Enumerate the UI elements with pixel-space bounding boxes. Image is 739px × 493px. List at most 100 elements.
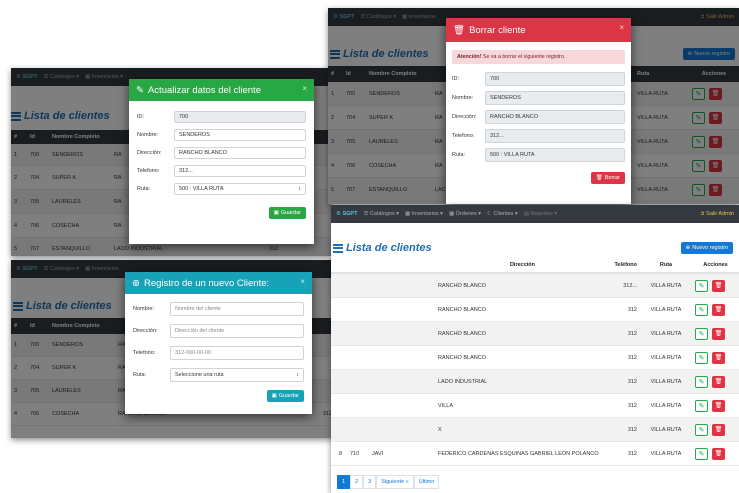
page-title: Lista de clientes (333, 242, 432, 254)
id-label: ID: (137, 114, 145, 120)
nombre-input[interactable]: SENDEROS (174, 129, 306, 141)
nav-ordenes[interactable]: ▦ Órdenes ▾ (449, 211, 481, 217)
telefono-label: Telefono: (452, 133, 475, 139)
edit-button[interactable]: ✎ (695, 279, 708, 292)
pagination: 1 2 3 Siguiente » Último (337, 475, 739, 489)
ruta-label: Ruta: (137, 186, 151, 192)
direccion-label: Dirección: (452, 114, 477, 120)
brand[interactable]: ⚙ SGPT (16, 74, 37, 80)
delete-button[interactable]: 🗑 (712, 327, 725, 340)
table-row: RANCHO BLANCO 312 VILLA RUTA ✎ 🗑 (331, 346, 739, 370)
delete-button[interactable]: 🗑 (709, 159, 722, 172)
nav-catalogos[interactable]: ☰ Catálogos ▾ (360, 14, 396, 20)
modal-title: Actualizar datos del cliente (147, 84, 261, 96)
edit-button[interactable]: ✎ (692, 159, 705, 172)
close-icon[interactable]: × (302, 84, 307, 93)
edit-button[interactable]: ✎ (695, 399, 708, 412)
delete-button[interactable]: 🗑 (712, 423, 725, 436)
logout-link[interactable]: ➲ Salir Admin (700, 14, 734, 20)
nav-inventarios[interactable]: ▦ Inventarios (85, 266, 119, 272)
table-row: RANCHO BLANCO 312... VILLA RUTA ✎ 🗑 (331, 274, 739, 298)
trash-icon: 🗑 (595, 175, 603, 181)
logout-link[interactable]: ➲ Salir Admin (700, 211, 734, 217)
nombre-label: Nombre: (137, 132, 159, 138)
add-client-button[interactable]: ⊕Nuevo registro (682, 48, 735, 60)
list-icon (333, 243, 343, 253)
edit-button[interactable]: ✎ (695, 423, 708, 436)
nav-clientes[interactable]: ☾ Clientes ▾ (487, 211, 518, 217)
brand[interactable]: ⚙ SGPT (333, 14, 354, 20)
last-page[interactable]: Último (413, 475, 440, 489)
delete-button[interactable]: 🗑 (709, 183, 722, 196)
nav-reportes[interactable]: ▤ Reportes ▾ (524, 211, 557, 217)
edit-button[interactable]: ✎ (695, 327, 708, 340)
nombre-input[interactable]: Nombre del cliente (170, 302, 304, 316)
update-client-modal: ✎ Actualizar datos del cliente × ID: 700 … (129, 79, 314, 244)
warning-alert: Atención! Se va a borrar el siguiente re… (452, 50, 625, 64)
delete-confirm-button[interactable]: 🗑 Borrar (590, 172, 625, 184)
brand[interactable]: ⚙ SGPT (336, 211, 357, 217)
nav-catalogos[interactable]: ☰ Catálogos ▾ (43, 266, 79, 272)
telefono-label: Telefono: (137, 168, 160, 174)
nav-catalogos[interactable]: ☰ Catálogos ▾ (43, 74, 79, 80)
close-icon[interactable]: × (300, 277, 305, 286)
table-row: 8 710 JAVI FEDERICO CÁRDENAS ESQUINAS GABRI… (331, 442, 739, 466)
next-page[interactable]: Siguiente » (376, 475, 414, 489)
table-header: Dirección Teléfono Ruta Acciones (331, 258, 739, 274)
telefono-input[interactable]: 312... (174, 165, 306, 177)
delete-button[interactable]: 🗑 (709, 135, 722, 148)
delete-button[interactable]: 🗑 (712, 447, 725, 460)
save-icon: ▣ (273, 210, 279, 216)
telefono-input[interactable]: 312-000-00-00 (170, 346, 304, 360)
screenshot-list: ⚙ SGPT ☰ Catálogos ▾ ▦ Inventarios ▾ ▦ Ó… (331, 205, 739, 493)
telefono-field: 312... (485, 129, 625, 143)
new-client-modal: ⊕ Registro de un nuevo Cliente: × Nombre… (125, 272, 312, 414)
ruta-select[interactable]: 500 : VILLA RUTA ↕ (174, 183, 306, 195)
navbar: ⚙ SGPT ☰ Catálogos ▾ ▦ Inventarios ▾ ▦ Ó… (331, 205, 739, 223)
table-row: RANCHO BLANCO 312 VILLA RUTA ✎ 🗑 (331, 298, 739, 322)
add-client-button[interactable]: ⊕Nuevo registro (680, 242, 733, 254)
nav-inventarios[interactable]: ▦ Inventarios (402, 14, 436, 20)
save-button[interactable]: ▣ Guardar (266, 390, 304, 402)
ruta-field: 500 : VILLA RUTA (485, 148, 625, 162)
edit-button[interactable]: ✎ (692, 183, 705, 196)
nav-inventarios[interactable]: ▦ Inventarios ▾ (405, 211, 443, 217)
list-icon (330, 49, 340, 59)
delete-client-modal: 🗑 Borrar cliente × Atención! Se va a bor… (446, 18, 631, 204)
delete-button[interactable]: 🗑 (712, 279, 725, 292)
brand[interactable]: ⚙ SGPT (16, 266, 37, 272)
updown-icon: ↕ (296, 372, 299, 378)
ruta-label: Ruta: (133, 372, 147, 378)
page-2[interactable]: 2 (350, 475, 364, 489)
id-field[interactable]: 700 (174, 111, 306, 123)
page-1[interactable]: 1 (337, 475, 351, 489)
edit-button[interactable]: ✎ (695, 375, 708, 388)
delete-button[interactable]: 🗑 (712, 303, 725, 316)
nav-catalogos[interactable]: ☰ Catálogos ▾ (363, 211, 399, 217)
direccion-input[interactable]: RANCHO BLANCO (174, 147, 306, 159)
modal-header: 🗑 Borrar cliente × (446, 18, 631, 42)
plus-icon: ⊕ (687, 51, 693, 57)
page-title: Lista de clientes (13, 300, 112, 312)
delete-button[interactable]: 🗑 (709, 111, 722, 124)
edit-button[interactable]: ✎ (695, 303, 708, 316)
telefono-label: Telefono: (133, 350, 156, 356)
nav-inventarios[interactable]: ▦ Inventarios ▾ (85, 74, 123, 80)
updown-icon: ↕ (298, 186, 301, 192)
delete-button[interactable]: 🗑 (712, 375, 725, 388)
edit-button[interactable]: ✎ (692, 135, 705, 148)
close-icon[interactable]: × (619, 23, 624, 32)
delete-button[interactable]: 🗑 (712, 351, 725, 364)
ruta-select[interactable]: Seleccione una ruta ↕ (170, 368, 304, 382)
plus-icon: ⊕ (685, 245, 691, 251)
edit-button[interactable]: ✎ (692, 87, 705, 100)
edit-button[interactable]: ✎ (692, 111, 705, 124)
edit-button[interactable]: ✎ (695, 447, 708, 460)
save-button[interactable]: ▣ Guardar (268, 207, 306, 219)
edit-button[interactable]: ✎ (695, 351, 708, 364)
delete-button[interactable]: 🗑 (709, 87, 722, 100)
nombre-label: Nombre: (133, 306, 155, 312)
direccion-input[interactable]: Dirección del cliente (170, 324, 304, 338)
delete-button[interactable]: 🗑 (712, 399, 725, 412)
page-3[interactable]: 3 (363, 475, 377, 489)
